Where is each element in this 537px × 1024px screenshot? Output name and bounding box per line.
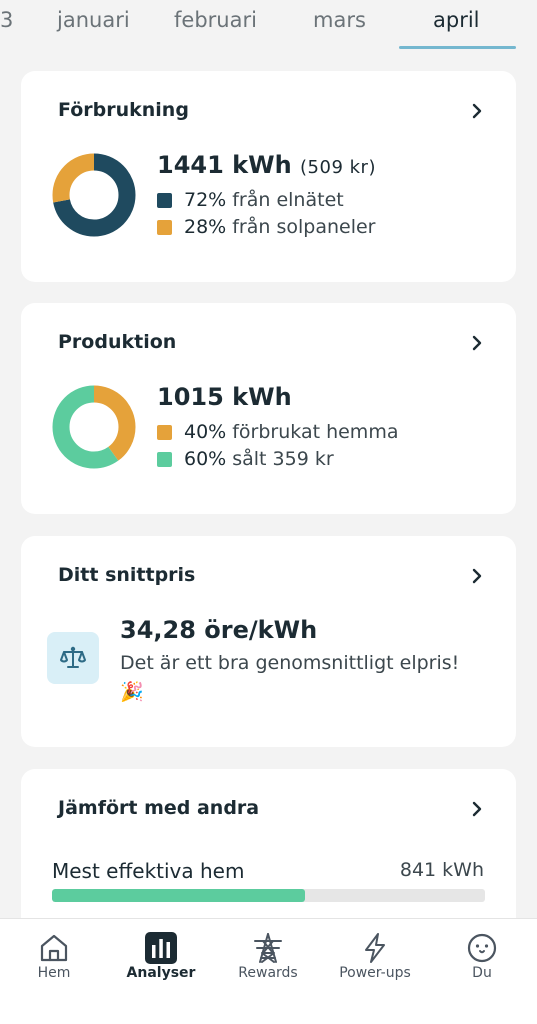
- legend-home: 40% förbrukat hemma: [157, 421, 398, 443]
- consumption-total: 1441 kWh (509 kr): [157, 151, 376, 179]
- legend-pct: 28%: [184, 216, 227, 238]
- legend-swatch-grid: [157, 192, 172, 208]
- avg-price-card[interactable]: Ditt snittpris 34,28 öre/kWh Det är ett …: [21, 536, 516, 747]
- bar-chart-icon: [145, 932, 177, 964]
- avg-price-title: Ditt snittpris: [58, 564, 196, 586]
- lightning-icon: [365, 933, 385, 963]
- legend-swatch-home: [157, 424, 172, 440]
- comparison-row-value: 841 kWh: [399, 859, 484, 881]
- bottom-nav: Hem Analyser Rewards Power-ups Du: [0, 918, 537, 1024]
- scale-icon: [60, 646, 86, 668]
- chevron-right-icon[interactable]: [470, 566, 484, 586]
- nav-label: Power-ups: [339, 965, 411, 981]
- tab-month-februari[interactable]: februari: [174, 6, 257, 36]
- legend-swatch-solar: [157, 219, 172, 235]
- nav-item-analyser[interactable]: Analyser: [111, 919, 211, 989]
- tab-month-prev[interactable]: 3: [0, 6, 13, 36]
- nav-label: Analyser: [126, 965, 196, 981]
- production-total: 1015 kWh: [157, 383, 292, 411]
- legend-pct: 60%: [184, 448, 227, 470]
- smiley-icon: [467, 933, 497, 963]
- consumption-total-value: 1441 kWh: [157, 151, 292, 179]
- comparison-title: Jämfört med andra: [58, 797, 260, 819]
- consumption-title: Förbrukning: [58, 99, 189, 121]
- consumption-card[interactable]: Förbrukning 1441 kWh (509 kr) 72% från e…: [21, 71, 516, 282]
- legend-grid: 72% från elnätet: [157, 189, 344, 211]
- comparison-row-label: Mest effektiva hem: [52, 859, 245, 883]
- tab-month-mars[interactable]: mars: [313, 6, 366, 36]
- tab-month-april[interactable]: april: [433, 6, 480, 36]
- legend-swatch-sold: [157, 451, 172, 467]
- nav-label: Du: [472, 965, 492, 981]
- legend-solar: 28% från solpaneler: [157, 216, 375, 238]
- nav-item-rewards[interactable]: Rewards: [218, 919, 318, 989]
- comparison-card[interactable]: Jämfört med andra Mest effektiva hem 841…: [21, 769, 516, 939]
- legend-sold: 60% sålt 359 kr: [157, 448, 334, 470]
- nav-item-power-ups[interactable]: Power-ups: [325, 919, 425, 989]
- active-tab-indicator: [399, 46, 516, 49]
- legend-pct: 40%: [184, 421, 227, 443]
- production-title: Produktion: [58, 331, 177, 353]
- comparison-progress-fill: [52, 889, 306, 902]
- nav-label: Hem: [37, 965, 71, 981]
- price-icon-box: [47, 632, 99, 684]
- consumption-donut-chart: [52, 153, 136, 237]
- avg-price-value: 34,28 öre/kWh: [120, 616, 318, 644]
- production-card[interactable]: Produktion 1015 kWh 40% förbrukat hemma …: [21, 303, 516, 514]
- tab-month-januari[interactable]: januari: [57, 6, 130, 36]
- chevron-right-icon[interactable]: [470, 101, 484, 121]
- power-tower-icon: [254, 933, 282, 963]
- legend-text: från solpaneler: [232, 216, 376, 238]
- home-icon: [40, 934, 68, 962]
- legend-text: från elnätet: [232, 189, 344, 211]
- consumption-cost: (509 kr): [300, 157, 376, 178]
- legend-text: förbrukat hemma: [232, 421, 399, 443]
- nav-item-hem[interactable]: Hem: [4, 919, 104, 989]
- legend-text: sålt 359 kr: [232, 448, 334, 470]
- production-donut-chart: [52, 385, 136, 469]
- chevron-right-icon[interactable]: [470, 799, 484, 819]
- nav-label: Rewards: [238, 965, 298, 981]
- avg-price-description: Det är ett bra genomsnittligt elpris! 🎉: [120, 652, 460, 703]
- nav-item-du[interactable]: Du: [432, 919, 532, 989]
- comparison-progress-track: [52, 889, 485, 902]
- legend-pct: 72%: [184, 189, 227, 211]
- month-tabs: 3 januari februari mars april: [0, 0, 537, 52]
- chevron-right-icon[interactable]: [470, 333, 484, 353]
